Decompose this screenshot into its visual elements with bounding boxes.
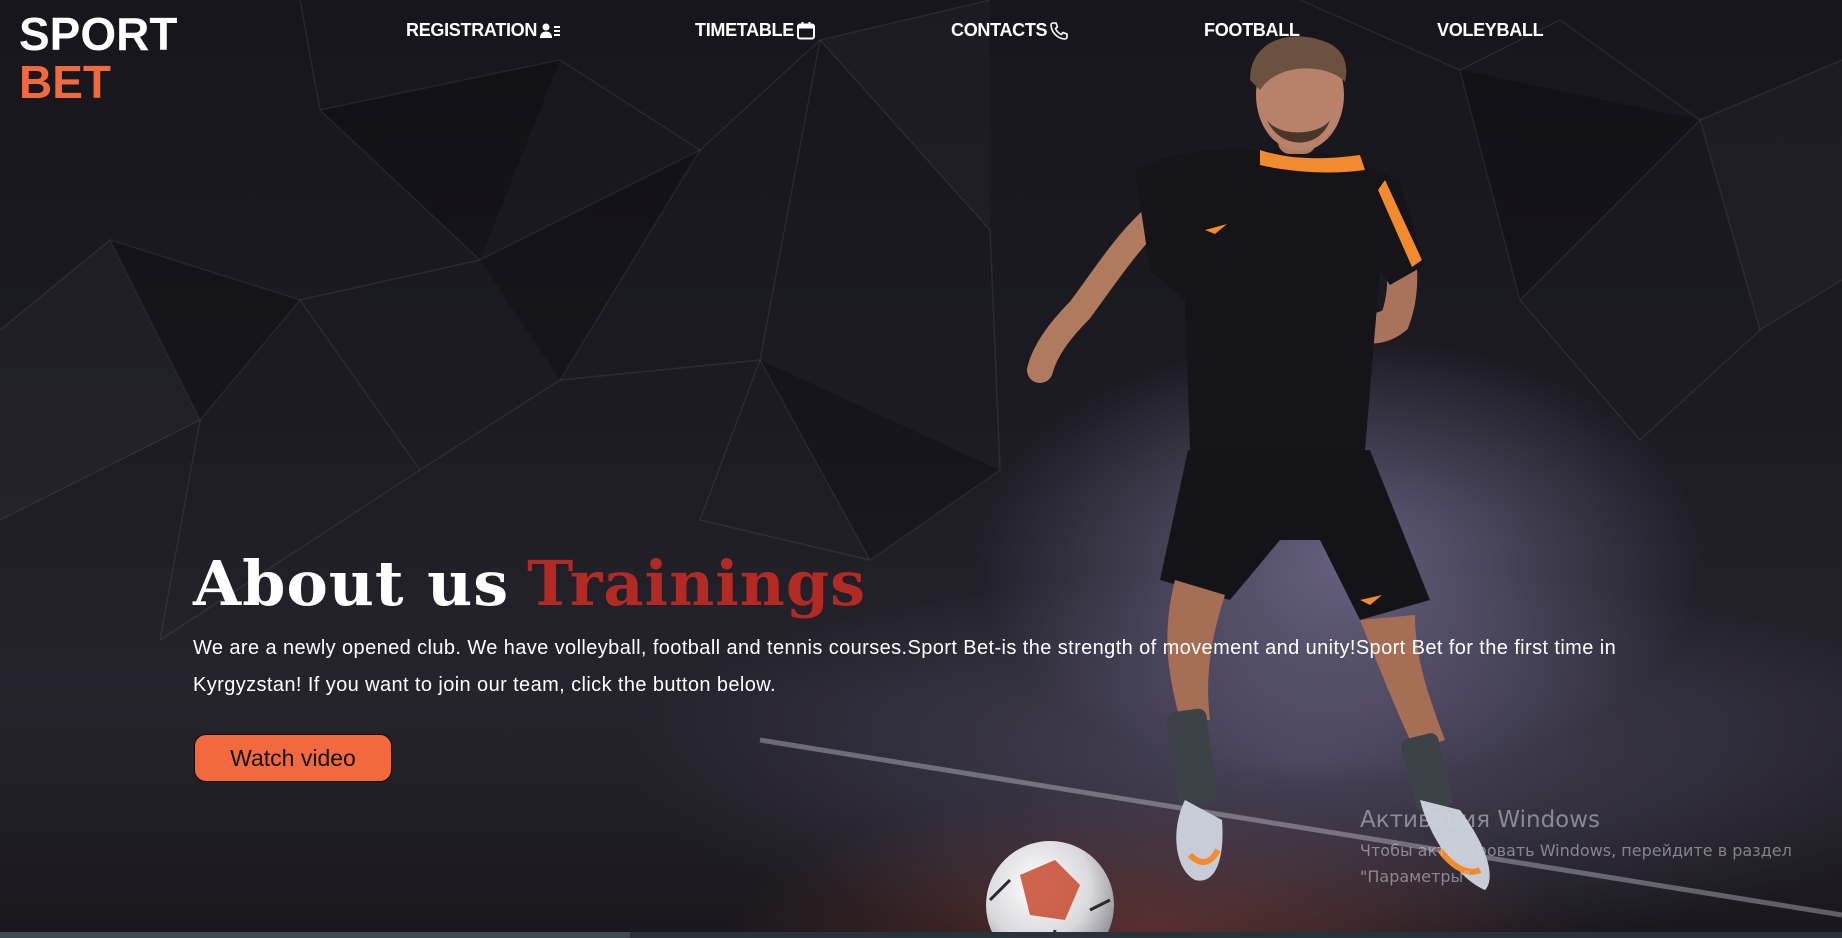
football-player-image: [986, 36, 1490, 932]
scrollbar-thumb[interactable]: [0, 932, 630, 938]
nav-football[interactable]: FOOTBALL: [1204, 20, 1300, 41]
nav-contacts[interactable]: CONTACTS: [951, 20, 1069, 41]
watermark-subtitle: Чтобы активировать Windows, перейдите в …: [1360, 841, 1792, 886]
hero-title-trainings: Trainings: [527, 547, 867, 620]
nav-volleyball[interactable]: VOLEYBALL: [1437, 20, 1544, 41]
nav-timetable-label: TIMETABLE: [695, 20, 794, 40]
nav-contacts-label: CONTACTS: [951, 20, 1048, 40]
watch-video-button[interactable]: Watch video: [194, 734, 392, 782]
logo-line-bet: BET: [19, 56, 111, 108]
phone-icon: [1050, 21, 1069, 40]
nav-registration[interactable]: REGISTRATION: [406, 20, 561, 41]
hero-title: About us Trainings: [193, 548, 866, 620]
nav-registration-label: REGISTRATION: [406, 20, 538, 40]
horizontal-scrollbar[interactable]: [0, 932, 1842, 938]
watermark-title: Активация Windows: [1360, 807, 1601, 833]
calendar-icon: [796, 21, 815, 39]
hero-title-about: About us: [193, 547, 510, 620]
user-list-icon: [540, 23, 561, 38]
nav-volleyball-label: VOLEYBALL: [1437, 20, 1544, 40]
nav-football-label: FOOTBALL: [1204, 20, 1300, 40]
top-navigation: REGISTRATION TIMETABLE CONTACTS FOOTBALL…: [0, 20, 1842, 46]
hero-description: We are a newly opened club. We have voll…: [193, 637, 1617, 696]
nav-timetable[interactable]: TIMETABLE: [695, 20, 816, 41]
hero-section: SPORT BET REGISTRATION TIMETABLE CONTACT…: [0, 0, 1842, 932]
windows-activation-watermark: Активация Windows Чтобы активировать Win…: [1360, 806, 1800, 890]
